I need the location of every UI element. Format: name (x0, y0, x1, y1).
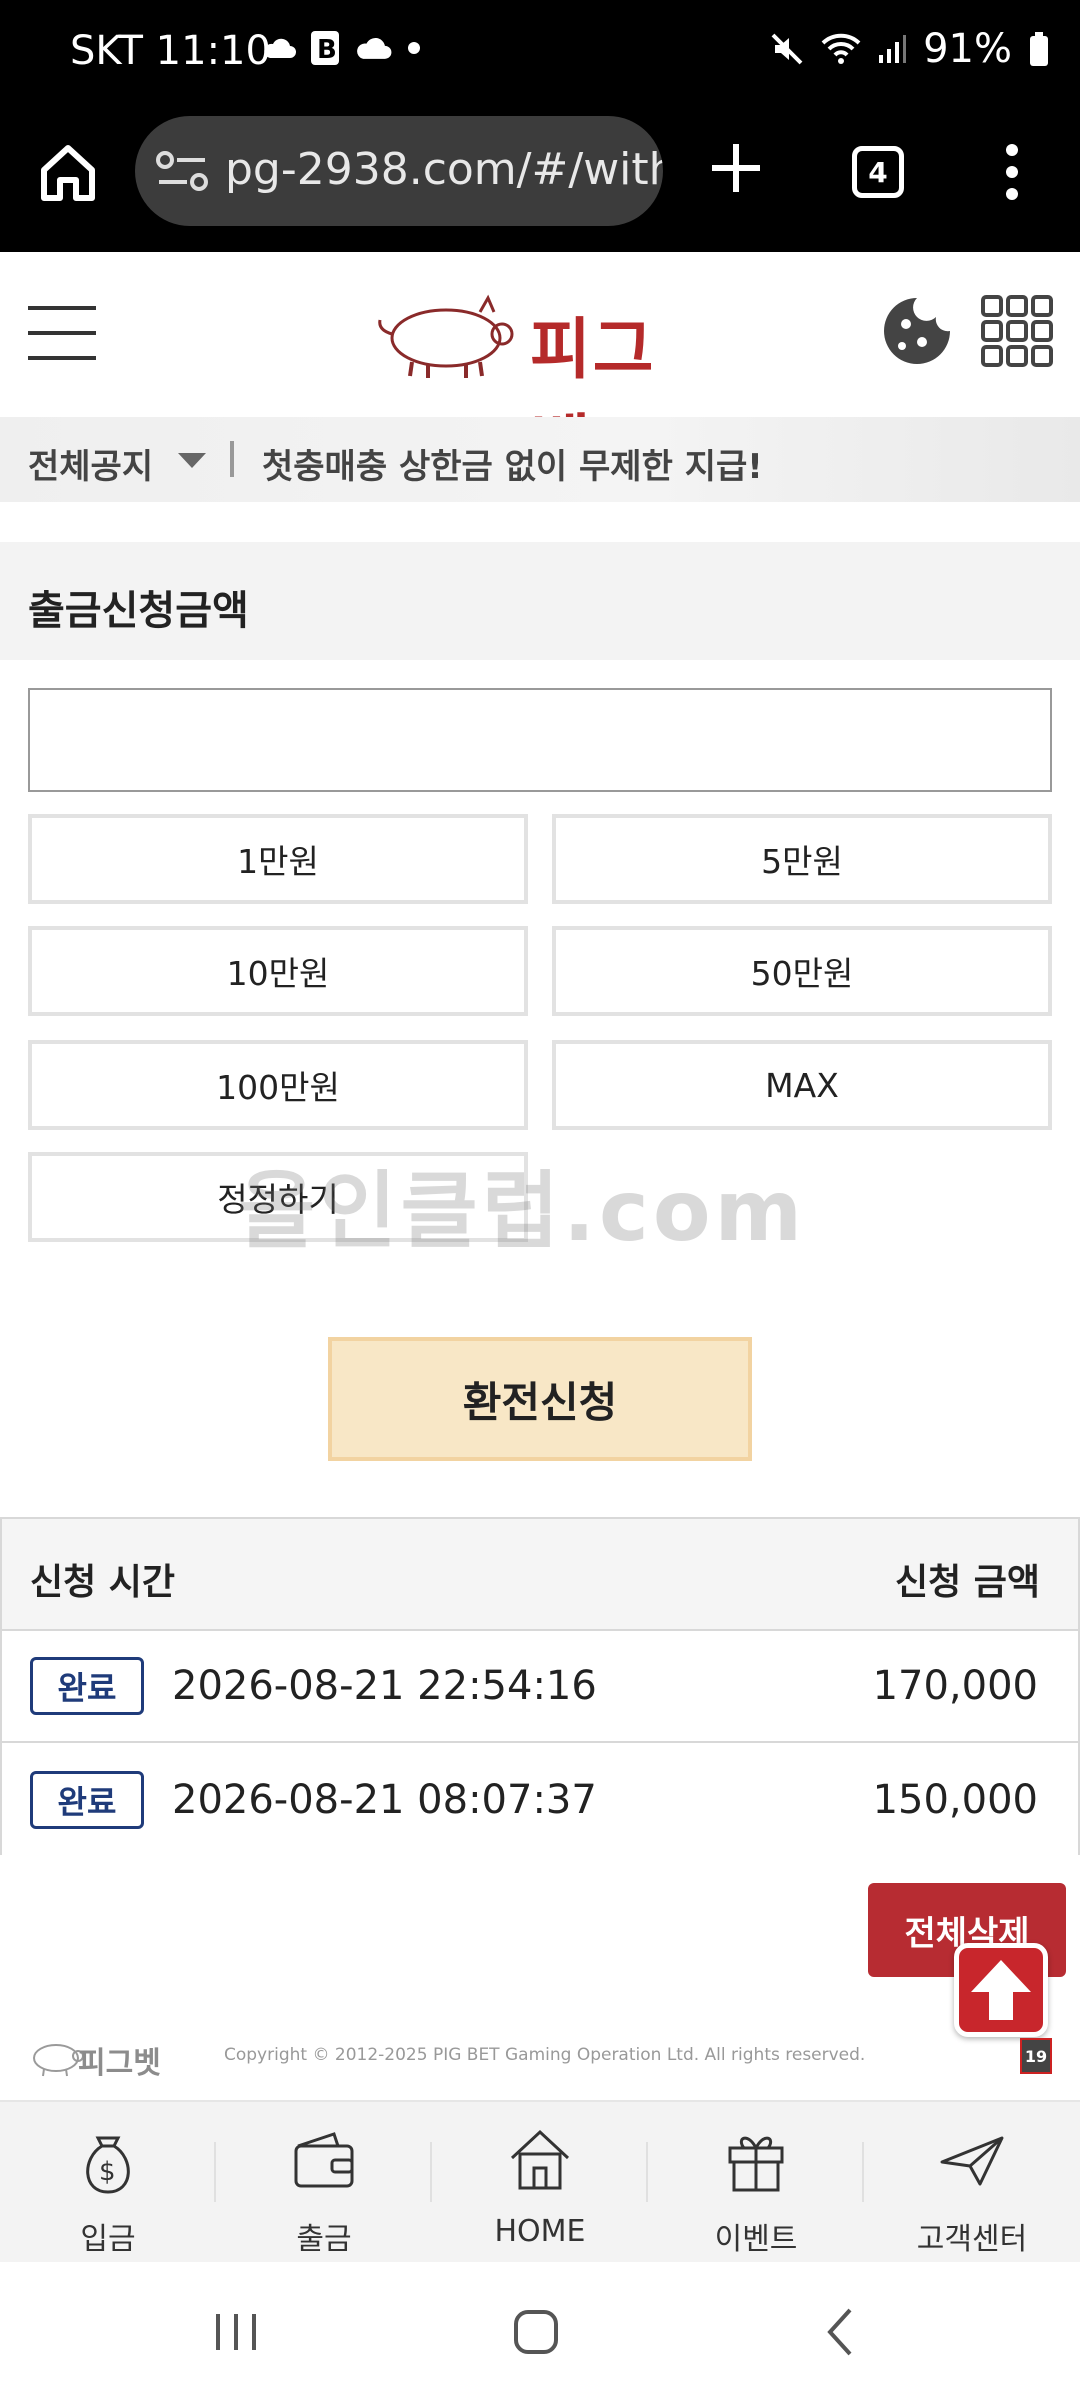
nav-label: 고객센터 (916, 2222, 1028, 2257)
request-amount: 150,000 (872, 1777, 1038, 1823)
app-grid-icon[interactable] (980, 294, 1054, 368)
notice-bar: 전체공지 첫충매충 상한금 없이 무제한 지급! (0, 417, 1080, 502)
withdraw-section-header: 출금신청금액 (0, 542, 1080, 660)
table-header: 신청 시간 신청 금액 (2, 1519, 1078, 1631)
notice-category-dropdown[interactable]: 전체공지 (28, 439, 153, 488)
system-navigation-bar (0, 2262, 1080, 2400)
notice-text[interactable]: 첫충매충 상한금 없이 무제한 지급! (262, 439, 763, 488)
footer-logo-text: 피그벳 (78, 2046, 161, 2081)
column-header-time: 신청 시간 (30, 1562, 176, 1603)
status-time: SKT 11:10 (70, 28, 271, 74)
cookie-icon[interactable] (880, 294, 954, 368)
nav-label: 이벤트 (714, 2222, 798, 2257)
money-bag-icon: $ (86, 2136, 130, 2194)
nav-deposit[interactable]: $ 입금 (0, 2124, 216, 2257)
scroll-to-top-button[interactable] (954, 1943, 1048, 2037)
amount-max-button[interactable]: MAX (552, 1040, 1052, 1130)
amount-50k-button[interactable]: 5만원 (552, 814, 1052, 904)
watermark: 올인클럽.com (238, 1162, 807, 1260)
address-bar[interactable]: pg-2938.com/#/with (135, 116, 663, 226)
new-tab-icon[interactable] (706, 138, 766, 198)
more-options-icon[interactable] (992, 142, 1032, 202)
browser-toolbar: pg-2938.com/#/with 4 (0, 110, 1080, 252)
battery-icon (1030, 32, 1048, 66)
request-amount: 170,000 (872, 1663, 1038, 1709)
table-row: 완료 2026-08-21 22:54:16 170,000 (2, 1631, 1078, 1743)
site-settings-icon[interactable] (155, 148, 211, 196)
nav-customer-center[interactable]: 고객센터 (864, 2124, 1080, 2257)
nav-label: 입금 (80, 2222, 136, 2257)
battery-percent: 91% (923, 26, 1012, 72)
request-time: 2026-08-21 08:07:37 (172, 1777, 597, 1823)
amount-10k-button[interactable]: 1만원 (28, 814, 528, 904)
copyright-text: Copyright © 2012-2025 PIG BET Gaming Ope… (224, 2045, 866, 2065)
cloud-icon (264, 38, 296, 58)
paper-plane-icon (940, 2136, 1004, 2186)
table-row: 완료 2026-08-21 08:07:37 150,000 (2, 1745, 1078, 1857)
pig-logo-icon (378, 294, 514, 378)
age-restriction-badge: 19 (1020, 2038, 1052, 2074)
svg-text:B: B (317, 35, 337, 65)
site-header: 피그벳 (0, 252, 1080, 484)
dot-icon (408, 42, 420, 54)
wallet-icon (294, 2132, 354, 2188)
back-icon[interactable] (812, 2302, 872, 2362)
b-app-icon: B (311, 31, 339, 65)
url-text: pg-2938.com/#/with (225, 144, 663, 195)
home-icon[interactable] (506, 2302, 566, 2362)
amount-100k-button[interactable]: 10만원 (28, 926, 528, 1016)
cloud-icon (357, 37, 392, 59)
amount-1m-button[interactable]: 100만원 (28, 1040, 528, 1130)
status-bar: SKT 11:10 B 91% (0, 0, 1080, 110)
withdraw-submit-button[interactable]: 환전신청 (328, 1337, 752, 1461)
nav-withdraw[interactable]: 출금 (216, 2124, 432, 2257)
section-title: 출금신청금액 (28, 588, 249, 634)
browser-home-icon[interactable] (36, 140, 100, 204)
bottom-navigation: $ 입금 출금 HOME 이벤트 고객센터 (0, 2100, 1080, 2262)
withdraw-history-table: 신청 시간 신청 금액 완료 2026-08-21 22:54:16 170,0… (0, 1517, 1080, 1857)
wifi-icon (821, 33, 861, 64)
hamburger-menu-icon[interactable] (26, 300, 98, 366)
nav-event[interactable]: 이벤트 (648, 2124, 864, 2257)
site-logo[interactable]: 피그벳 (368, 290, 713, 484)
withdraw-amount-input[interactable] (28, 688, 1052, 792)
status-badge: 완료 (30, 1771, 144, 1829)
request-time: 2026-08-21 22:54:16 (172, 1663, 597, 1709)
status-badge: 완료 (30, 1657, 144, 1715)
nav-label: 출금 (296, 2222, 352, 2257)
divider (230, 441, 234, 477)
nav-label: HOME (494, 2214, 586, 2249)
svg-text:$: $ (99, 2157, 116, 2187)
amount-500k-button[interactable]: 50만원 (552, 926, 1052, 1016)
arrow-up-icon (971, 1960, 1031, 2020)
house-icon (510, 2129, 570, 2190)
nav-home[interactable]: HOME (432, 2124, 648, 2254)
mute-icon (771, 33, 803, 65)
caret-down-icon[interactable] (178, 453, 206, 468)
signal-icon (879, 35, 907, 63)
gift-icon (728, 2136, 784, 2192)
tab-switcher-button[interactable]: 4 (852, 146, 904, 198)
column-header-amount: 신청 금액 (894, 1562, 1040, 1603)
recent-apps-icon[interactable] (206, 2302, 266, 2362)
